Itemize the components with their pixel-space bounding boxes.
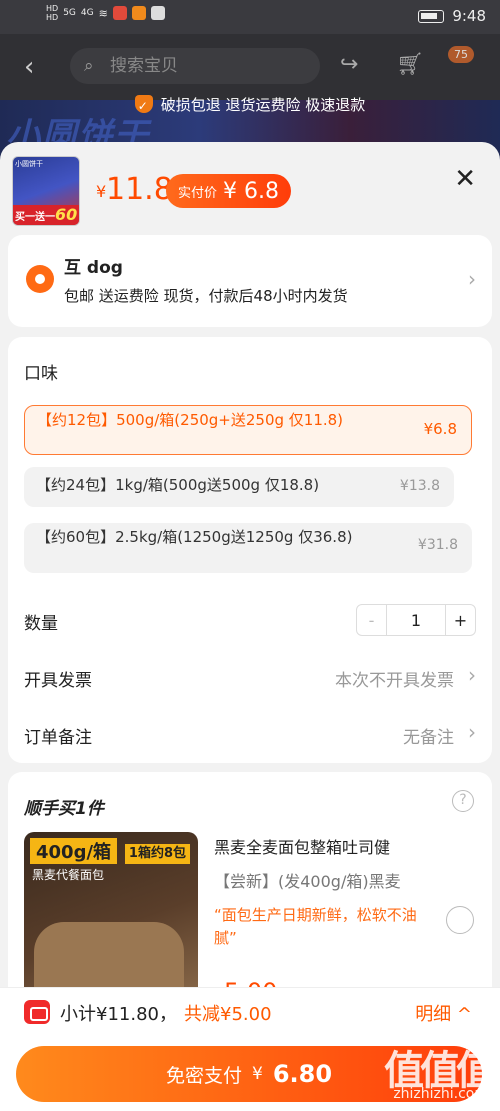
location-pin-icon (26, 265, 54, 293)
option-price: ¥31.8 (417, 537, 458, 553)
invoice-value: 本次不开具发票 (335, 671, 454, 691)
order-note-label: 订单备注 (24, 728, 92, 748)
option-text: 【约60包】2.5kg/箱(1250g送1250g 仅36.8) (36, 528, 353, 546)
option-24-packs[interactable]: 【约24包】1kg/箱(500g送500g 仅18.8) ¥13.8 (24, 467, 454, 507)
status-right: 9:48 (418, 7, 486, 25)
invoice-label: 开具发票 (24, 671, 92, 691)
chevron-right-icon: › (468, 267, 476, 291)
pack-tag: 1箱约8包 (124, 844, 190, 864)
shipping-info: 包邮 送运费险 现货，付款后48小时内发货 (64, 287, 348, 305)
search-placeholder: 搜索宝贝 (110, 56, 178, 76)
quantity-stepper: - 1 + (356, 604, 476, 636)
option-text: 【约12包】500g/箱(250g+送250g 仅11.8) (37, 411, 344, 429)
quantity-value[interactable]: 1 (387, 605, 445, 635)
video-app-icon (131, 6, 146, 20)
watermark-url: zhizhizhi.com (393, 1086, 488, 1102)
addon-select-radio[interactable] (446, 906, 474, 934)
signal-icon-2: 4G (80, 8, 94, 18)
option-12-packs[interactable]: 【约12包】500g/箱(250g+送250g 仅11.8) ¥6.8 (24, 405, 472, 455)
product-page-header: ‹ ⌕ 搜索宝贝 ↪ 🛒︎ 75 (0, 34, 500, 100)
shield-check-icon (134, 93, 153, 119)
back-arrow-icon[interactable]: ‹ (24, 52, 34, 82)
product-thumbnail[interactable]: 小圆饼干 买一送一60 (12, 156, 80, 226)
addon-product-spec: 【尝新】(发400g/箱)黑麦 (214, 872, 401, 891)
actual-price-badge: 实付价 ¥ 6.8 (166, 174, 291, 208)
option-price: ¥6.8 (423, 420, 457, 438)
flavor-section-title: 口味 (24, 364, 58, 384)
cart-badge: 75 (448, 46, 474, 63)
option-price: ¥13.8 (399, 478, 440, 494)
actual-price-value: ¥ 6.8 (223, 178, 279, 204)
price-currency: ¥ (96, 182, 107, 201)
clock: 9:48 (452, 7, 486, 25)
address-card[interactable]: 互 dog 包邮 送运费险 现货，付款后48小时内发货 › (8, 235, 492, 327)
battery-icon (418, 9, 445, 23)
increment-button[interactable]: + (445, 605, 475, 635)
share-icon[interactable]: ↪ (340, 52, 358, 77)
option-60-packs[interactable]: 【约60包】2.5kg/箱(1250g送1250g 仅36.8) ¥31.8 (24, 523, 472, 573)
option-text: 【约24包】1kg/箱(500g送500g 仅18.8) (36, 476, 320, 494)
thumb-title: 小圆饼干 (15, 160, 43, 168)
options-card: 口味 【约12包】500g/箱(250g+送250g 仅11.8) ¥6.8 【… (8, 337, 492, 763)
hd-indicator: HD HD (46, 4, 59, 22)
price: 11.8 (106, 172, 173, 207)
pay-label: 免密支付 (165, 1064, 242, 1087)
total-discount: 共减¥5.00 (184, 1004, 272, 1025)
chevron-right-icon: › (468, 720, 476, 744)
addon-product-title[interactable]: 黑麦全麦面包整箱吐司健 (214, 834, 390, 858)
mail-app-icon (150, 6, 165, 20)
guarantee-text: 破损包退 退货运费险 极速退款 (160, 96, 366, 114)
subtotal: 小计¥11.80， (60, 1004, 177, 1025)
sku-sheet: 小圆饼干 买一送一60 ¥ 11.8 实付价 ¥ 6.8 ✕ 互 dog 包邮 … (0, 142, 500, 1111)
status-bar: HD HD 5G 4G ≋ 9:48 (0, 0, 500, 34)
wifi-icon: ≋ (98, 6, 108, 20)
pay-amount: 6.80 (272, 1060, 333, 1088)
status-left: HD HD 5G 4G ≋ (46, 4, 165, 22)
pay-currency: ¥ (251, 1064, 263, 1084)
coupon-icon (24, 1000, 50, 1024)
quantity-label: 数量 (24, 614, 58, 634)
actual-price-label: 实付价 (178, 185, 218, 201)
weight-tag: 400g/箱 (30, 838, 118, 864)
addon-product-image[interactable]: 400g/箱 黑麦代餐面包 1箱约8包 (24, 832, 198, 1002)
recipient-name: 互 dog (64, 258, 123, 278)
decrement-button[interactable]: - (357, 605, 387, 635)
addon-title: 顺手买1件 (24, 799, 104, 819)
guarantee-strip: 破损包退 退货运费险 极速退款 (0, 92, 500, 119)
search-bar[interactable]: ⌕ 搜索宝贝 (70, 48, 320, 84)
help-icon[interactable]: ? (452, 790, 474, 812)
order-note-value: 无备注 (403, 728, 454, 748)
cart-icon[interactable]: 🛒︎ (396, 52, 424, 77)
search-icon: ⌕ (84, 56, 94, 76)
addon-product-review: “面包生产日期新鲜，松软不油腻” (214, 906, 417, 947)
chevron-right-icon: › (468, 663, 476, 687)
close-icon[interactable]: ✕ (454, 164, 476, 194)
app-notification-icon (112, 6, 127, 20)
thumb-promo: 买一送一60 (13, 205, 79, 225)
price-detail-button[interactable]: 明细 ^ (415, 1000, 472, 1026)
product-label: 黑麦代餐面包 (32, 868, 105, 882)
signal-icon: 5G (63, 8, 76, 18)
